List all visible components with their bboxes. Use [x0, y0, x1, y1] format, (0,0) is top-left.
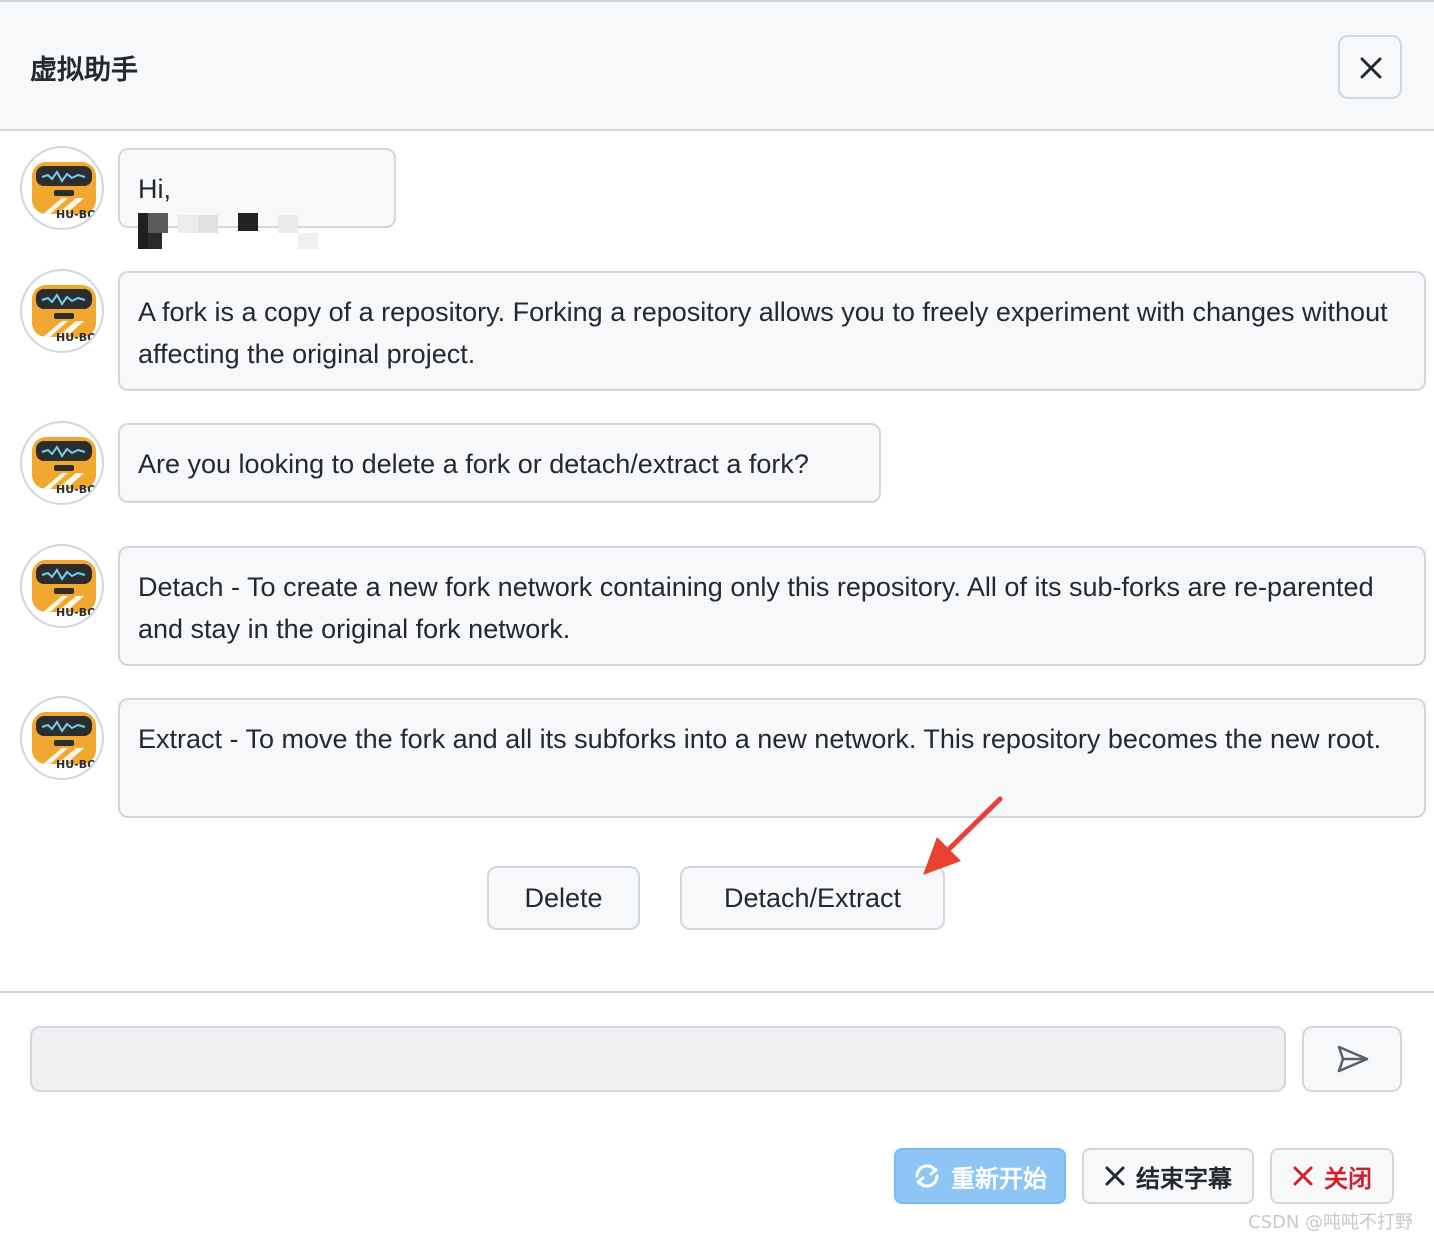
x-icon: [1105, 1166, 1125, 1186]
bot-avatar: HU-BOT: [20, 146, 104, 230]
restart-label: 重新开始: [951, 1164, 1047, 1193]
svg-text:HU-BOT: HU-BOT: [56, 758, 104, 771]
detach-extract-option-button[interactable]: Detach/Extract: [680, 866, 945, 930]
svg-text:HU-BOT: HU-BOT: [56, 483, 104, 496]
message-text: Detach - To create a new fork network co…: [138, 572, 1374, 644]
close-label: 关闭: [1324, 1164, 1372, 1193]
robot-avatar-icon: HU-BOT: [26, 162, 104, 228]
message-text: Hi,: [138, 174, 171, 204]
robot-avatar-icon: HU-BOT: [26, 285, 104, 351]
dialog-title: 虚拟助手: [30, 55, 138, 86]
refresh-icon: [915, 1164, 939, 1188]
message-bubble: Extract - To move the fork and all its s…: [118, 698, 1426, 818]
send-button[interactable]: [1302, 1026, 1402, 1092]
annotation-arrow-icon: [923, 796, 1003, 875]
svg-text:HU-BOT: HU-BOT: [56, 606, 104, 619]
end-subtitle-label: 结束字幕: [1136, 1164, 1232, 1193]
svg-text:HU-BOT: HU-BOT: [56, 331, 104, 344]
message-text: Are you looking to delete a fork or deta…: [138, 449, 809, 479]
bot-avatar: HU-BOT: [20, 421, 104, 505]
end-subtitle-button[interactable]: 结束字幕: [1082, 1148, 1254, 1204]
redacted-username: [138, 212, 338, 253]
message-input[interactable]: [30, 1026, 1286, 1092]
composer-divider: [0, 991, 1434, 993]
message-bubble: Are you looking to delete a fork or deta…: [118, 423, 881, 503]
svg-text:HU-BOT: HU-BOT: [56, 208, 104, 221]
bot-avatar: HU-BOT: [20, 269, 104, 353]
message-text: A fork is a copy of a repository. Forkin…: [138, 297, 1388, 369]
bot-avatar: HU-BOT: [20, 696, 104, 780]
message-bubble: Detach - To create a new fork network co…: [118, 546, 1426, 666]
robot-avatar-icon: HU-BOT: [26, 560, 104, 626]
delete-option-button[interactable]: Delete: [487, 866, 640, 930]
robot-avatar-icon: HU-BOT: [26, 712, 104, 778]
restart-button[interactable]: 重新开始: [894, 1148, 1066, 1204]
close-dialog-button[interactable]: [1338, 35, 1402, 99]
x-icon: [1293, 1166, 1313, 1186]
dialog-header: 虚拟助手: [0, 0, 1434, 131]
send-icon: [1337, 1045, 1369, 1073]
assistant-dialog: 虚拟助手 HU-BOT Hi, HU-BOT A fork is a copy …: [0, 0, 1434, 1238]
message-bubble: Hi,: [118, 148, 396, 249]
robot-avatar-icon: HU-BOT: [26, 437, 104, 503]
message-bubble: A fork is a copy of a repository. Forkin…: [118, 271, 1426, 391]
close-icon: [1360, 57, 1382, 79]
message-text: Extract - To move the fork and all its s…: [138, 724, 1382, 754]
bot-avatar: HU-BOT: [20, 544, 104, 628]
close-button[interactable]: 关闭: [1270, 1148, 1394, 1204]
watermark: CSDN @吨吨不打野: [1248, 1212, 1414, 1233]
